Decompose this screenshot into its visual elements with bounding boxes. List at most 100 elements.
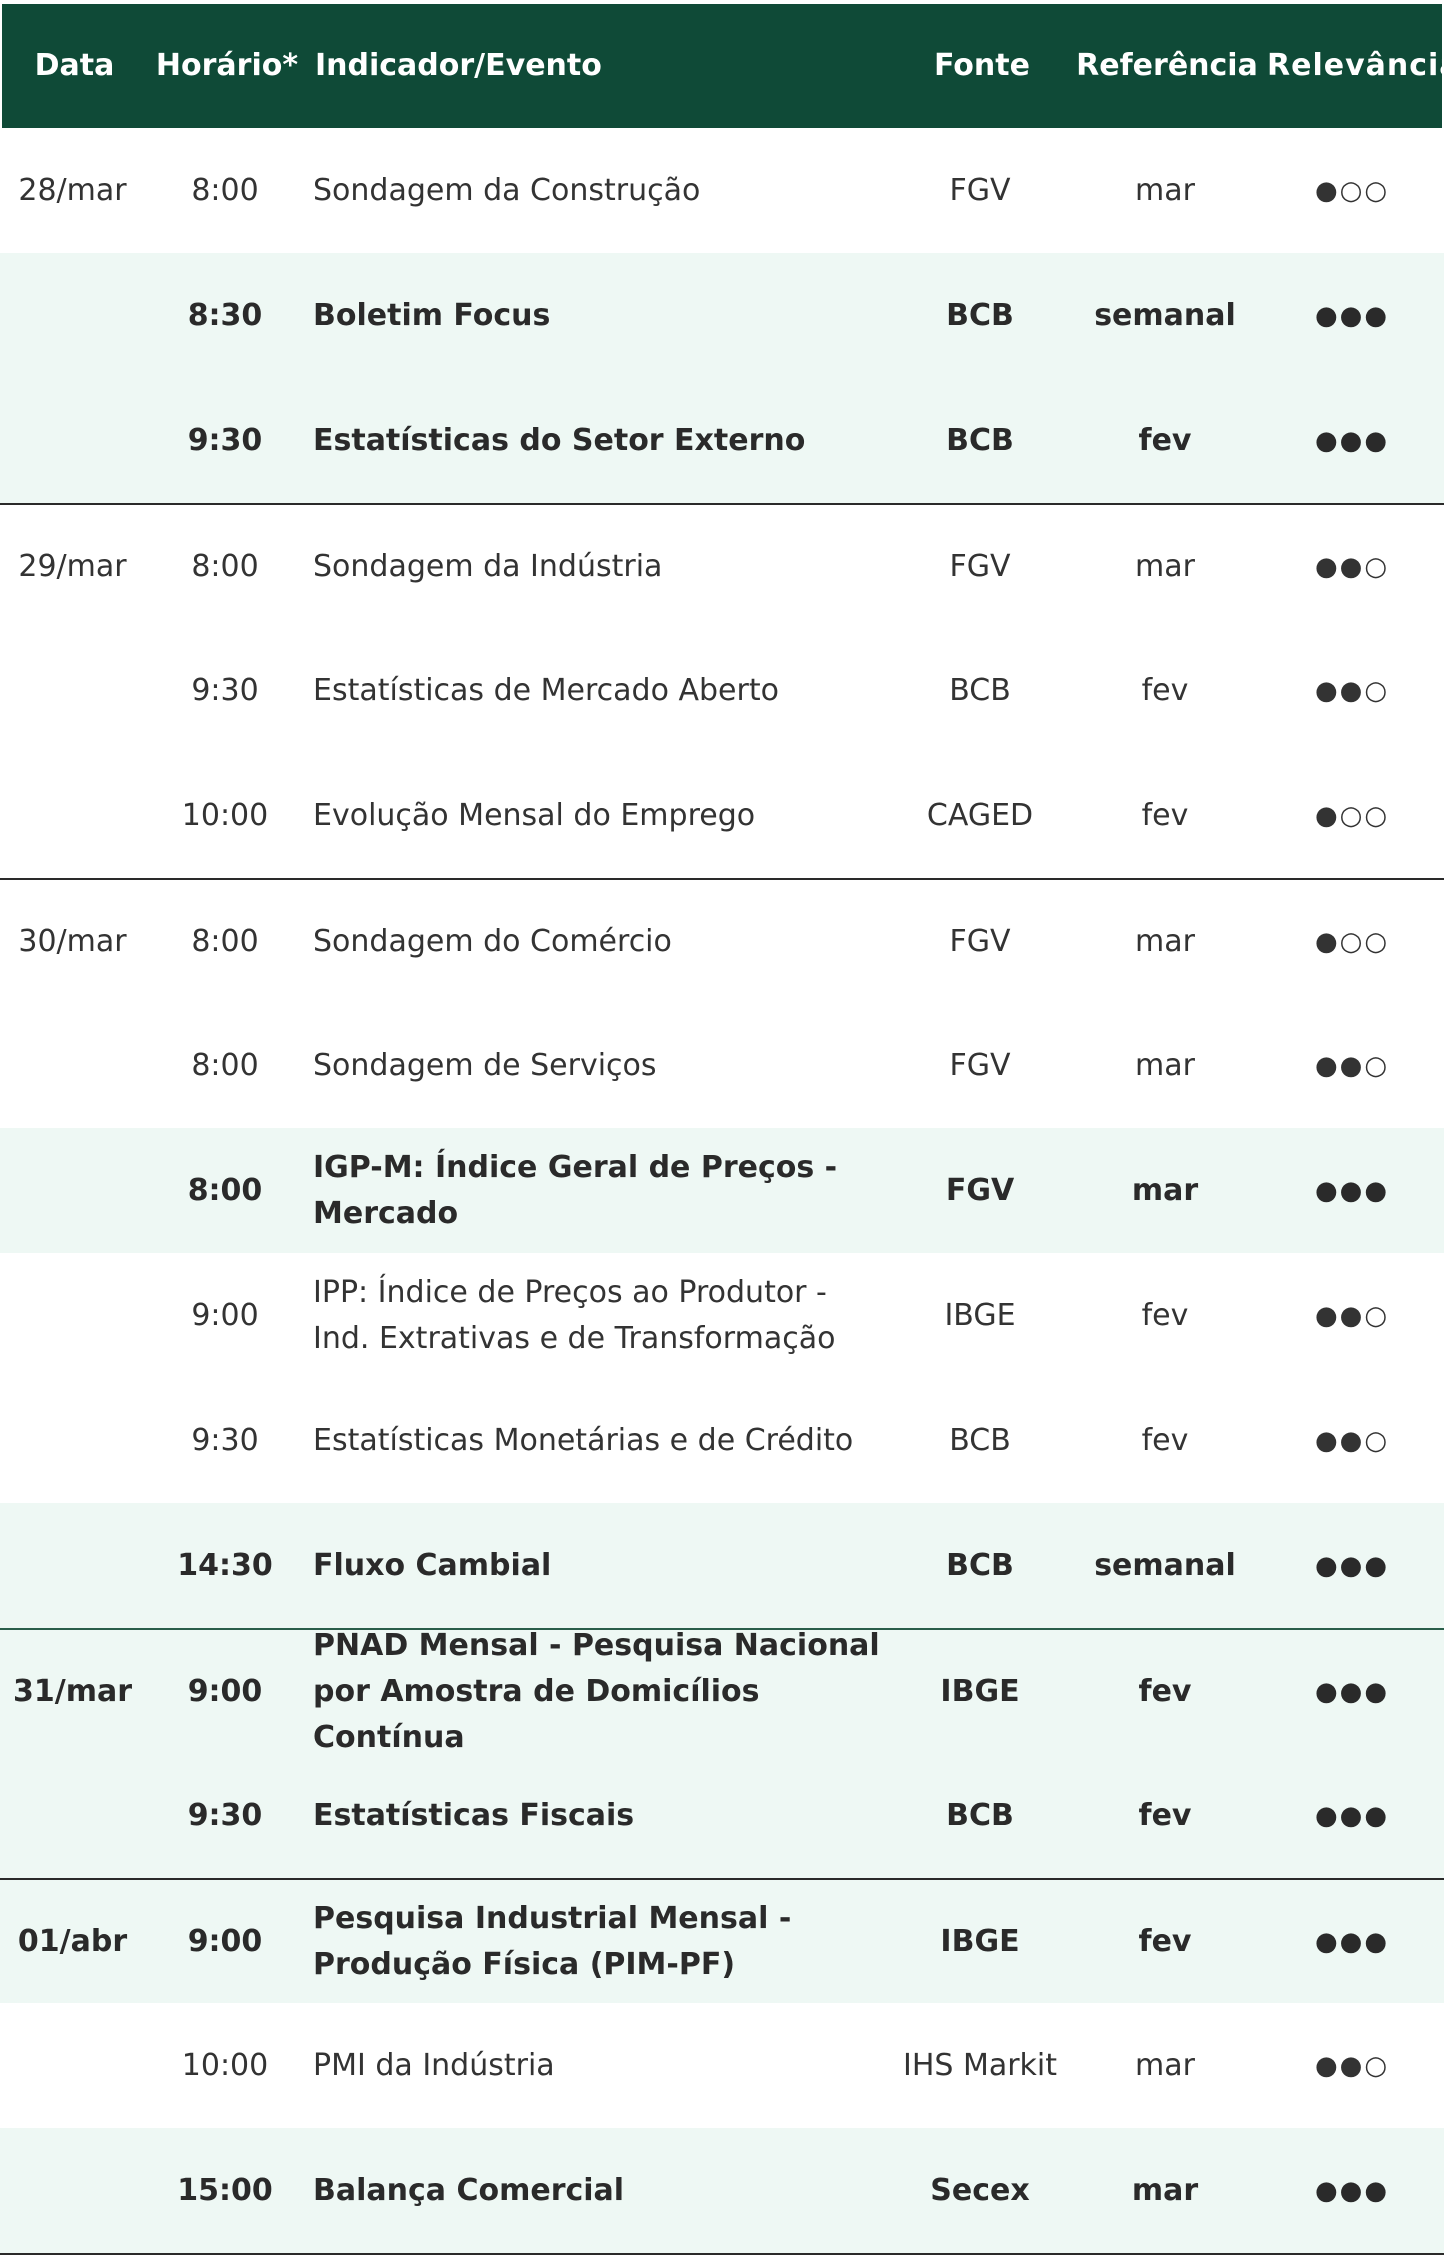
row-indicator: Estatísticas de Mercado Aberto	[313, 672, 779, 708]
row-reference: mar	[1135, 2047, 1195, 2083]
row-source: BCB	[946, 1547, 1014, 1583]
economic-calendar-table: Data Horário* Indicador/Evento Fonte Ref…	[0, 4, 1444, 2255]
row-date: 28/mar	[18, 172, 127, 208]
relevance-dots-icon: ●○○	[1314, 175, 1390, 206]
row-time: 8:00	[187, 1172, 263, 1208]
row-source: FGV	[949, 548, 1011, 584]
relevance-dots-icon: ●●●	[1314, 300, 1390, 331]
row-time: 14:30	[177, 1547, 273, 1583]
row-reference: mar	[1135, 1047, 1195, 1083]
row-indicator: Boletim Focus	[313, 297, 551, 333]
row-date: 01/abr	[17, 1923, 128, 1959]
row-time: 8:00	[191, 548, 259, 584]
table-row: 01/abr 9:00 Pesquisa Industrial Mensal - P…	[0, 1878, 1444, 2003]
table-row: 9:00 IPP: Índice de Preços ao Produtor - …	[0, 1253, 1444, 1378]
row-source: IBGE	[940, 1673, 1020, 1709]
row-date: 29/mar	[18, 548, 127, 584]
row-reference: fev	[1141, 797, 1189, 833]
table-row: 10:00 Evolução Mensal do Emprego CAGED fev ●…	[0, 753, 1444, 878]
header-reference: Referência	[1076, 48, 1258, 83]
row-source: IHS Markit	[902, 2047, 1058, 2083]
header-time: Horário*	[155, 48, 299, 83]
table-header: Data Horário* Indicador/Evento Fonte Ref…	[2, 4, 1444, 128]
row-source: BCB	[949, 1422, 1011, 1458]
row-source: FGV	[949, 1047, 1011, 1083]
table-row: 14:30 Fluxo Cambial BCB semanal ●●●	[0, 1503, 1444, 1628]
row-source: BCB	[946, 422, 1014, 458]
relevance-dots-icon: ●●○	[1314, 1300, 1390, 1331]
relevance-dots-icon: ●●○	[1314, 551, 1390, 582]
header-relevance: Relevância	[1267, 48, 1444, 83]
row-indicator: PMI da Indústria	[313, 2047, 555, 2083]
row-reference: mar	[1131, 1172, 1199, 1208]
row-reference: semanal	[1094, 1547, 1236, 1583]
row-indicator: Sondagem da Construção	[313, 172, 701, 208]
row-reference: fev	[1138, 1673, 1192, 1709]
row-indicator: Estatísticas Fiscais	[313, 1797, 635, 1833]
relevance-dots-icon: ●●○	[1314, 2050, 1390, 2081]
table-row: 29/mar 8:00 Sondagem da Indústria FGV mar ●●○	[0, 503, 1444, 628]
row-indicator: Balança Comercial	[313, 2172, 625, 2208]
row-time: 9:30	[187, 1797, 263, 1833]
row-reference: fev	[1141, 672, 1189, 708]
table-row: 10:00 PMI da Indústria IHS Markit mar ●●○	[0, 2003, 1444, 2128]
row-time: 15:00	[177, 2172, 273, 2208]
row-source: BCB	[946, 1797, 1014, 1833]
header-source: Fonte	[934, 48, 1030, 83]
row-reference: semanal	[1094, 297, 1236, 333]
row-time: 8:30	[187, 297, 263, 333]
relevance-dots-icon: ●●●	[1314, 1175, 1390, 1206]
table-row: 9:30 Estatísticas do Setor Externo BCB fev ●…	[0, 378, 1444, 503]
row-source: FGV	[949, 923, 1011, 959]
table-row: 9:30 Estatísticas de Mercado Aberto BCB fev…	[0, 628, 1444, 753]
row-source: IBGE	[944, 1297, 1016, 1333]
row-time: 8:00	[191, 1047, 259, 1083]
table-row: 8:30 Boletim Focus BCB semanal ●●●	[0, 253, 1444, 378]
row-reference: fev	[1141, 1297, 1189, 1333]
relevance-dots-icon: ●○○	[1314, 800, 1390, 831]
relevance-dots-icon: ●●○	[1314, 1050, 1390, 1081]
row-source: CAGED	[926, 797, 1034, 833]
table-row: 8:00 IGP-M: Índice Geral de Preços - Merc…	[0, 1128, 1444, 1253]
row-reference: fev	[1138, 1797, 1192, 1833]
row-time: 9:30	[187, 422, 263, 458]
row-time: 8:00	[191, 172, 259, 208]
row-time: 10:00	[181, 2047, 269, 2083]
table-row: 8:00 Sondagem de Serviços FGV mar ●●○	[0, 1003, 1444, 1128]
row-indicator: Pesquisa Industrial Mensal - Produção Fí…	[313, 1900, 792, 1982]
row-source: BCB	[946, 297, 1014, 333]
row-indicator: Sondagem do Comércio	[313, 923, 672, 959]
table-row: 31/mar 9:00 PNAD Mensal - Pesquisa Naciona…	[0, 1628, 1444, 1755]
row-reference: fev	[1138, 422, 1192, 458]
relevance-dots-icon: ●●●	[1314, 1550, 1390, 1581]
relevance-dots-icon: ●●○	[1314, 1425, 1390, 1456]
row-source: BCB	[949, 672, 1011, 708]
row-reference: mar	[1135, 172, 1195, 208]
table-body: 28/mar 8:00 Sondagem da Construção FGV mar ●○…	[0, 128, 1444, 2253]
row-source: IBGE	[940, 1923, 1020, 1959]
row-source: FGV	[945, 1172, 1015, 1208]
row-reference: fev	[1141, 1422, 1189, 1458]
row-reference: mar	[1135, 923, 1195, 959]
table-row: 15:00 Balança Comercial Secex mar ●●●	[0, 2128, 1444, 2253]
row-indicator: IGP-M: Índice Geral de Preços - Mercado	[313, 1149, 838, 1231]
relevance-dots-icon: ●○○	[1314, 926, 1390, 957]
row-reference: mar	[1131, 2172, 1199, 2208]
row-time: 9:00	[187, 1673, 263, 1709]
row-time: 10:00	[181, 797, 269, 833]
row-indicator: Sondagem de Serviços	[313, 1047, 657, 1083]
row-reference: mar	[1135, 548, 1195, 584]
table-row: 28/mar 8:00 Sondagem da Construção FGV mar ●○…	[0, 128, 1444, 253]
relevance-dots-icon: ●●●	[1314, 1926, 1390, 1957]
row-date: 31/mar	[12, 1673, 132, 1709]
table-row: 9:30 Estatísticas Monetárias e de Crédito…	[0, 1378, 1444, 1503]
row-reference: fev	[1138, 1923, 1192, 1959]
header-indicator: Indicador/Evento	[315, 48, 602, 83]
row-time: 9:30	[191, 672, 259, 708]
table-row: 30/mar 8:00 Sondagem do Comércio FGV mar ●○○	[0, 878, 1444, 1003]
row-indicator: PNAD Mensal - Pesquisa Nacional por Amos…	[313, 1627, 880, 1755]
relevance-dots-icon: ●●●	[1314, 425, 1390, 456]
row-indicator: Fluxo Cambial	[313, 1547, 552, 1583]
relevance-dots-icon: ●●●	[1314, 1800, 1390, 1831]
row-indicator: Evolução Mensal do Emprego	[313, 797, 756, 833]
